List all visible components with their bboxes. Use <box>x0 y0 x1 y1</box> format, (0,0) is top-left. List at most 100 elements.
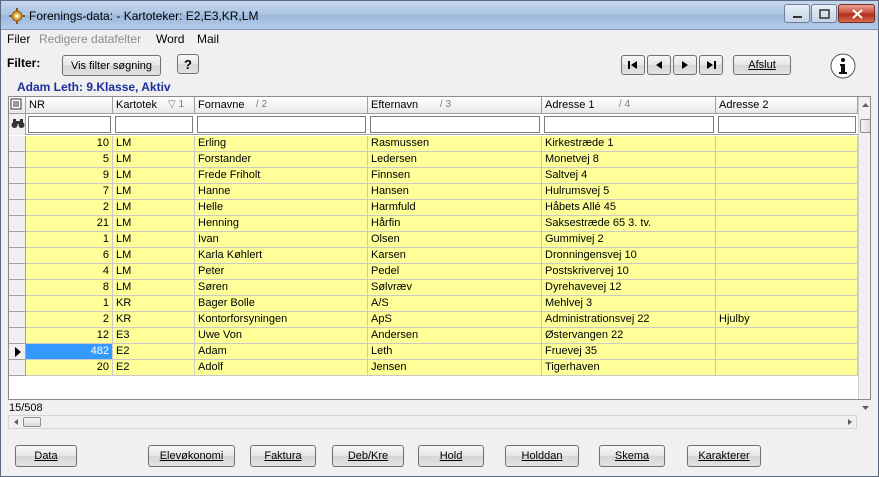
cell-adresse1[interactable]: Saksestræde 65 3. tv. <box>542 216 716 232</box>
cell-nr[interactable]: 4 <box>26 264 113 280</box>
cell-efternavn[interactable]: Karsen <box>368 248 542 264</box>
cell-efternavn[interactable]: Harmfuld <box>368 200 542 216</box>
column-header-adresse1[interactable]: Adresse 1 / 4 <box>542 97 716 114</box>
cell-nr[interactable]: 1 <box>26 296 113 312</box>
cell-kartotek[interactable]: KR <box>113 296 195 312</box>
cell-adresse1[interactable]: Fruevej 35 <box>542 344 716 360</box>
filter-input-adresse1[interactable] <box>544 116 714 133</box>
cell-kartotek[interactable]: LM <box>113 168 195 184</box>
cell-kartotek[interactable]: LM <box>113 264 195 280</box>
cell-fornavne[interactable]: Ivan <box>195 232 368 248</box>
title-bar[interactable]: Forenings-data: - Kartoteker: E2,E3,KR,L… <box>1 1 878 30</box>
cell-kartotek[interactable]: E2 <box>113 360 195 376</box>
cell-nr[interactable]: 10 <box>26 136 113 152</box>
table-row[interactable]: 20 E2 Adolf Jensen Tigerhaven <box>9 360 858 376</box>
maximize-button[interactable] <box>811 4 837 23</box>
cell-adresse2[interactable] <box>716 200 858 216</box>
cell-adresse2[interactable] <box>716 296 858 312</box>
cell-fornavne[interactable]: Erling <box>195 136 368 152</box>
previous-record-button[interactable] <box>647 55 671 75</box>
table-row[interactable]: 7 LM Hanne Hansen Hulrumsvej 5 <box>9 184 858 200</box>
cell-efternavn[interactable]: A/S <box>368 296 542 312</box>
bottom-button-data[interactable]: Data <box>15 445 77 467</box>
table-row[interactable]: 8 LM Søren Sølvræv Dyrehavevej 12 <box>9 280 858 296</box>
cell-kartotek[interactable]: LM <box>113 248 195 264</box>
cell-kartotek[interactable]: LM <box>113 184 195 200</box>
cell-kartotek[interactable]: LM <box>113 136 195 152</box>
bottom-button-skema[interactable]: Skema <box>599 445 665 467</box>
bottom-button-holddan[interactable]: Holddan <box>505 445 579 467</box>
cell-adresse1[interactable]: Monetvej 8 <box>542 152 716 168</box>
cell-fornavne[interactable]: Helle <box>195 200 368 216</box>
cell-kartotek[interactable]: E3 <box>113 328 195 344</box>
column-header-kartotek[interactable]: Kartotek ▽ 1 <box>113 97 195 114</box>
filter-input-kartotek[interactable] <box>115 116 193 133</box>
scroll-left-icon[interactable] <box>10 416 22 428</box>
bottom-button-faktura[interactable]: Faktura <box>250 445 316 467</box>
horizontal-scroll-thumb[interactable] <box>23 417 41 427</box>
filter-input-nr[interactable] <box>28 116 111 133</box>
cell-efternavn[interactable]: Rasmussen <box>368 136 542 152</box>
cell-fornavne[interactable]: Karla Køhlert <box>195 248 368 264</box>
scroll-up-icon[interactable] <box>859 99 871 111</box>
menu-mail[interactable]: Mail <box>197 32 219 46</box>
cell-efternavn[interactable]: Ledersen <box>368 152 542 168</box>
cell-fornavne[interactable]: Uwe Von <box>195 328 368 344</box>
cell-adresse2[interactable] <box>716 344 858 360</box>
vertical-scrollbar[interactable] <box>858 97 871 399</box>
cell-nr[interactable]: 482 <box>26 344 113 360</box>
table-row[interactable]: 4 LM Peter Pedel Postskrivervej 10 <box>9 264 858 280</box>
cell-kartotek[interactable]: LM <box>113 200 195 216</box>
menu-word[interactable]: Word <box>156 32 184 46</box>
info-icon[interactable] <box>830 53 856 79</box>
close-button[interactable] <box>838 4 875 23</box>
row-selector[interactable] <box>9 312 26 328</box>
cell-nr[interactable]: 6 <box>26 248 113 264</box>
table-row[interactable]: 6 LM Karla Køhlert Karsen Dronningensvej 10 <box>9 248 858 264</box>
row-selector[interactable] <box>9 248 26 264</box>
filter-input-efternavn[interactable] <box>370 116 540 133</box>
row-selector[interactable] <box>9 136 26 152</box>
cell-adresse1[interactable]: Håbets Allé 45 <box>542 200 716 216</box>
table-row[interactable]: 1 LM Ivan Olsen Gummivej 2 <box>9 232 858 248</box>
filter-input-adresse2[interactable] <box>718 116 856 133</box>
bottom-button-hold[interactable]: Hold <box>418 445 484 467</box>
cell-adresse2[interactable] <box>716 136 858 152</box>
row-selector[interactable] <box>9 216 26 232</box>
cell-efternavn[interactable]: Finnsen <box>368 168 542 184</box>
row-selector[interactable] <box>9 328 26 344</box>
cell-nr[interactable]: 20 <box>26 360 113 376</box>
cell-fornavne[interactable]: Forstander <box>195 152 368 168</box>
cell-efternavn[interactable]: Andersen <box>368 328 542 344</box>
cell-adresse2[interactable] <box>716 328 858 344</box>
cell-adresse1[interactable]: Hulrumsvej 5 <box>542 184 716 200</box>
scroll-down-icon[interactable] <box>859 402 872 414</box>
cell-nr[interactable]: 5 <box>26 152 113 168</box>
minimize-button[interactable] <box>784 4 810 23</box>
row-selector[interactable] <box>9 184 26 200</box>
cell-nr[interactable]: 2 <box>26 200 113 216</box>
table-row[interactable]: 10 LM Erling Rasmussen Kirkestræde 1 <box>9 136 858 152</box>
bottom-button-elevøkonomi[interactable]: Elevøkonomi <box>148 445 235 467</box>
cell-fornavne[interactable]: Bager Bolle <box>195 296 368 312</box>
last-record-button[interactable] <box>699 55 723 75</box>
row-selector[interactable] <box>9 232 26 248</box>
table-row[interactable]: 1 KR Bager Bolle A/S Mehlvej 3 <box>9 296 858 312</box>
column-header-fornavne[interactable]: Fornavne / 2 <box>195 97 368 114</box>
cell-adresse2[interactable] <box>716 248 858 264</box>
cell-adresse1[interactable]: Mehlvej 3 <box>542 296 716 312</box>
help-button[interactable]: ? <box>177 54 199 74</box>
vertical-scroll-thumb[interactable] <box>860 119 870 133</box>
cell-efternavn[interactable]: Hansen <box>368 184 542 200</box>
table-row[interactable]: 2 LM Helle Harmfuld Håbets Allé 45 <box>9 200 858 216</box>
cell-efternavn[interactable]: ApS <box>368 312 542 328</box>
cell-adresse2[interactable] <box>716 168 858 184</box>
cell-kartotek[interactable]: LM <box>113 280 195 296</box>
table-row[interactable]: 482 E2 Adam Leth Fruevej 35 <box>9 344 858 360</box>
cell-adresse2[interactable] <box>716 264 858 280</box>
row-selector[interactable] <box>9 264 26 280</box>
cell-adresse1[interactable]: Tigerhaven <box>542 360 716 376</box>
cell-efternavn[interactable]: Olsen <box>368 232 542 248</box>
cell-adresse2[interactable] <box>716 216 858 232</box>
cell-efternavn[interactable]: Leth <box>368 344 542 360</box>
